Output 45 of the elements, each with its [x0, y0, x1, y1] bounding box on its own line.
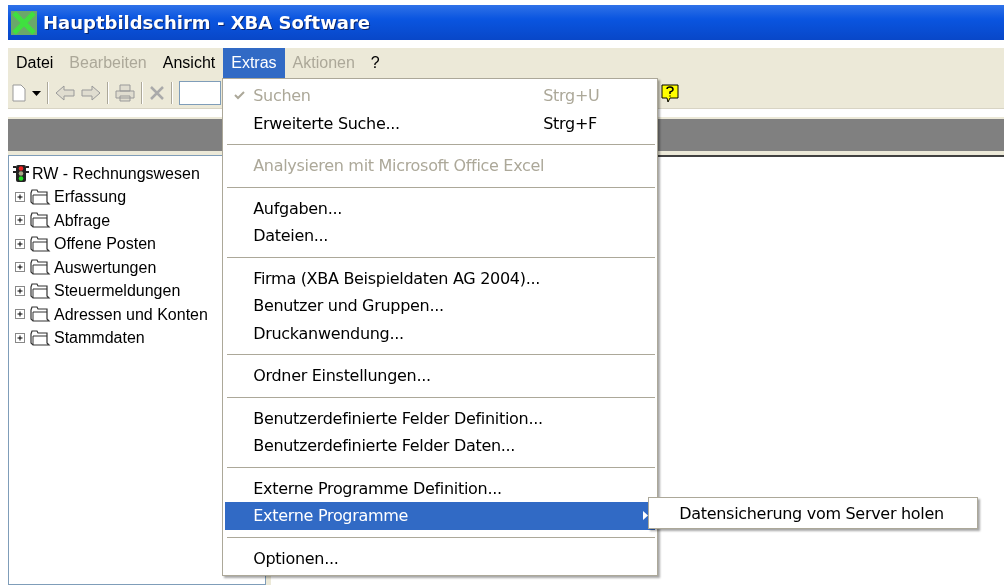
menu-entry[interactable]: Ordner Einstellungen...	[225, 362, 656, 390]
expand-icon[interactable]	[15, 191, 26, 203]
menu-entry[interactable]: Firma (XBA Beispieldaten AG 2004)...	[225, 264, 656, 292]
menu-entry[interactable]: Erweiterte Suche... Strg+F	[225, 109, 656, 137]
caret-icon[interactable]	[32, 90, 41, 96]
expand-icon[interactable]	[15, 285, 26, 297]
menu-entry[interactable]: Externe Programme	[225, 502, 656, 530]
menu-entry[interactable]: Druckanwendung...	[225, 319, 656, 347]
app-logo-icon	[11, 10, 37, 35]
folder-icon	[29, 212, 51, 230]
menu-item[interactable]: Datei	[8, 48, 62, 78]
menu-item[interactable]: ?	[362, 48, 388, 78]
tree-item[interactable]: Abfrage	[54, 211, 111, 230]
window-title: Hauptbildschirm - XBA Software	[43, 12, 371, 33]
tree-item[interactable]: Steuermeldungen	[54, 282, 181, 301]
expand-icon[interactable]	[15, 215, 26, 227]
tree-item[interactable]: Auswertungen	[54, 258, 157, 277]
menu-entry[interactable]: Benutzerdefinierte Felder Daten...	[225, 432, 656, 460]
folder-icon	[29, 306, 51, 324]
folder-icon	[29, 259, 51, 277]
submenu-entry[interactable]: Datensicherung vom Server holen	[679, 503, 944, 523]
tree-item[interactable]: Offene Posten	[54, 235, 156, 254]
menu-entry[interactable]: Benutzerdefinierte Felder Definition...	[225, 404, 656, 432]
expand-icon[interactable]	[15, 238, 26, 250]
tree-item[interactable]: Adressen und Konten	[54, 305, 208, 324]
menu-item[interactable]: Ansicht	[154, 48, 224, 78]
menu-entry[interactable]: Externe Programme Definition...	[225, 474, 656, 502]
input-field[interactable]	[179, 81, 221, 105]
menu-item[interactable]: Extras	[223, 48, 285, 78]
tree-item[interactable]: Stammdaten	[54, 329, 145, 348]
folder-icon	[29, 235, 51, 253]
tree-item[interactable]: RW - Rechnungswesen	[32, 164, 200, 183]
tree-item[interactable]: Erfassung	[54, 188, 127, 207]
menu-entry[interactable]: Optionen...	[225, 544, 656, 572]
folder-icon	[29, 188, 51, 206]
traffic-light-icon	[13, 165, 29, 183]
folder-icon	[29, 282, 51, 300]
expand-icon[interactable]	[15, 309, 26, 321]
folder-icon	[29, 329, 51, 347]
help-icon[interactable]	[661, 83, 679, 103]
expand-icon[interactable]	[15, 262, 26, 274]
menu-entry[interactable]: Dateien...	[225, 222, 656, 250]
expand-icon[interactable]	[15, 332, 26, 344]
menu-entry[interactable]: Benutzer und Gruppen...	[225, 292, 656, 320]
menu-entry[interactable]: Aufgaben...	[225, 194, 656, 222]
